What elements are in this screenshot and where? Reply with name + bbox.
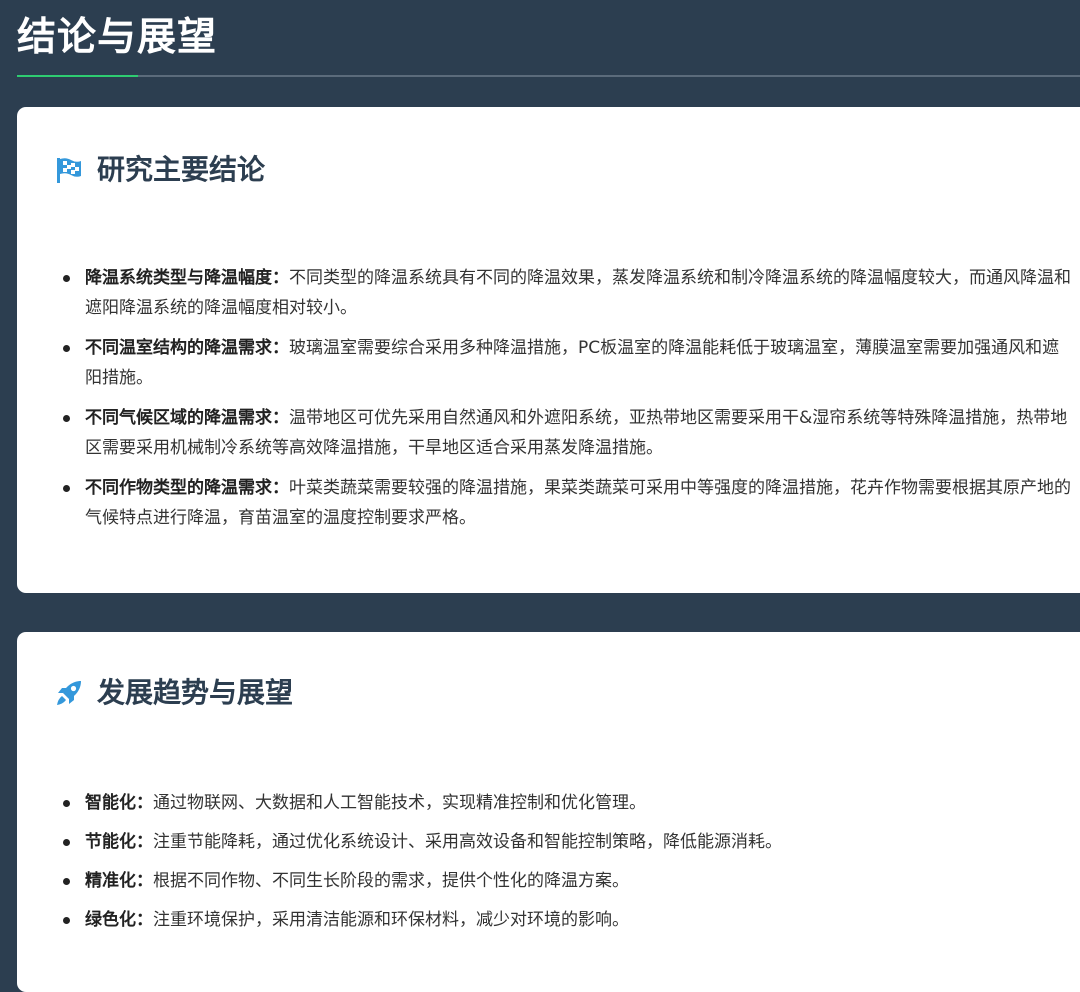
list-item: 不同气候区域的降温需求：温带地区可优先采用自然通风和外遮阳系统，亚热带地区需要采… <box>63 403 1075 463</box>
item-label: 降温系统类型与降温幅度： <box>85 268 289 288</box>
list-item: 节能化：注重节能降耗，通过优化系统设计、采用高效设备和智能控制策略，降低能源消耗… <box>63 827 1075 857</box>
item-text: 通过物联网、大数据和人工智能技术，实现精准控制和优化管理。 <box>153 793 646 813</box>
item-label: 不同气候区域的降温需求： <box>85 408 289 428</box>
rocket-icon <box>55 679 83 707</box>
item-label: 绿色化： <box>85 910 153 930</box>
page-header: 结论与展望 <box>0 0 1080 78</box>
list-item: 不同温室结构的降温需求：玻璃温室需要综合采用多种降温措施，PC板温室的降温能耗低… <box>63 333 1075 393</box>
outlook-heading-text: 发展趋势与展望 <box>97 676 294 709</box>
outlook-card: 发展趋势与展望 智能化：通过物联网、大数据和人工智能技术，实现精准控制和优化管理… <box>17 632 1080 992</box>
outlook-heading: 发展趋势与展望 <box>55 674 293 712</box>
item-text: 注重节能降耗，通过优化系统设计、采用高效设备和智能控制策略，降低能源消耗。 <box>153 832 782 852</box>
list-item: 降温系统类型与降温幅度：不同类型的降温系统具有不同的降温效果，蒸发降温系统和制冷… <box>63 263 1075 323</box>
item-text: 注重环境保护，采用清洁能源和环保材料，减少对环境的影响。 <box>153 910 629 930</box>
conclusions-heading-text: 研究主要结论 <box>97 153 266 186</box>
item-text: 根据不同作物、不同生长阶段的需求，提供个性化的降温方案。 <box>153 871 629 891</box>
conclusions-card: 研究主要结论 降温系统类型与降温幅度：不同类型的降温系统具有不同的降温效果，蒸发… <box>17 107 1080 593</box>
list-item: 绿色化：注重环境保护，采用清洁能源和环保材料，减少对环境的影响。 <box>63 905 1075 935</box>
item-label: 精准化： <box>85 871 153 891</box>
item-label: 节能化： <box>85 832 153 852</box>
item-label: 不同温室结构的降温需求： <box>85 338 289 358</box>
list-item: 精准化：根据不同作物、不同生长阶段的需求，提供个性化的降温方案。 <box>63 866 1075 896</box>
page-title: 结论与展望 <box>17 15 218 60</box>
checkered-flag-icon <box>55 156 83 184</box>
item-label: 不同作物类型的降温需求： <box>85 478 289 498</box>
item-label: 智能化： <box>85 793 153 813</box>
list-item: 智能化：通过物联网、大数据和人工智能技术，实现精准控制和优化管理。 <box>63 788 1075 818</box>
conclusions-heading: 研究主要结论 <box>55 151 265 189</box>
header-divider-accent <box>17 75 138 77</box>
list-item: 不同作物类型的降温需求：叶菜类蔬菜需要较强的降温措施，果菜类蔬菜可采用中等强度的… <box>63 473 1075 533</box>
conclusions-list: 降温系统类型与降温幅度：不同类型的降温系统具有不同的降温效果，蒸发降温系统和制冷… <box>63 263 1075 543</box>
outlook-list: 智能化：通过物联网、大数据和人工智能技术，实现精准控制和优化管理。 节能化：注重… <box>63 788 1075 944</box>
header-divider <box>17 75 1080 77</box>
